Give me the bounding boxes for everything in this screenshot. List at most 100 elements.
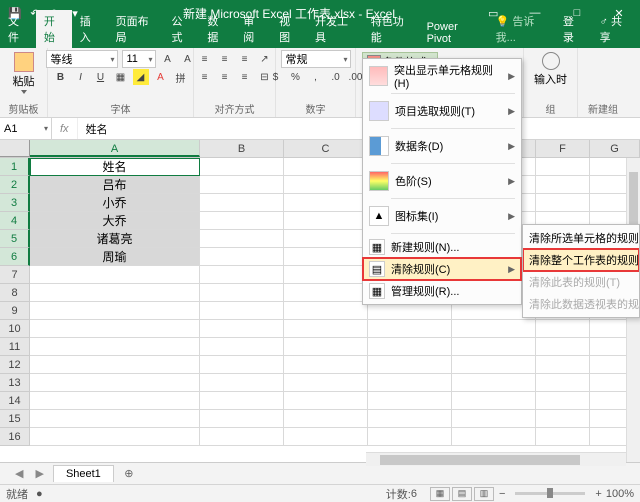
tab-file[interactable]: 文件 [0, 10, 36, 48]
tab-review[interactable]: 审阅 [235, 10, 271, 48]
cell-A1[interactable]: 姓名 [30, 158, 200, 176]
number-format-dropdown[interactable]: 常规 [281, 50, 351, 68]
cell-E10[interactable] [452, 320, 536, 338]
tab-home[interactable]: 开始 [36, 10, 72, 48]
cell-C12[interactable] [284, 356, 368, 374]
cell-C8[interactable] [284, 284, 368, 302]
cell-D14[interactable] [368, 392, 452, 410]
cell-E12[interactable] [452, 356, 536, 374]
sheet-nav-right[interactable]: ▶ [32, 467, 46, 480]
cell-B8[interactable] [200, 284, 284, 302]
row-header[interactable]: 2 [0, 176, 30, 194]
col-header-G[interactable]: G [590, 140, 640, 157]
add-sheet-button[interactable]: ⊕ [120, 465, 138, 483]
bold-button[interactable]: B [53, 69, 69, 85]
fill-color-button[interactable]: ◢ [133, 69, 149, 85]
name-box[interactable]: A1 [0, 118, 52, 139]
cell-B6[interactable] [200, 248, 284, 266]
cell-F15[interactable] [536, 410, 590, 428]
select-all-corner[interactable] [0, 140, 30, 157]
tab-pagelayout[interactable]: 页面布局 [108, 10, 164, 48]
view-normal-button[interactable]: ▦ [430, 487, 450, 501]
row-header[interactable]: 5 [0, 230, 30, 248]
row-header[interactable]: 3 [0, 194, 30, 212]
cell-A7[interactable] [30, 266, 200, 284]
cell-A14[interactable] [30, 392, 200, 410]
cell-F1[interactable] [536, 158, 590, 176]
record-macro-icon[interactable]: ● [36, 488, 43, 500]
cell-B14[interactable] [200, 392, 284, 410]
sheet-tab-1[interactable]: Sheet1 [53, 465, 114, 482]
row-header[interactable]: 1 [0, 158, 30, 176]
tab-powerpivot[interactable]: Power Pivot [419, 18, 488, 48]
cell-F13[interactable] [536, 374, 590, 392]
cell-B3[interactable] [200, 194, 284, 212]
cell-A5[interactable]: 诸葛亮 [30, 230, 200, 248]
row-header[interactable]: 12 [0, 356, 30, 374]
align-top-icon[interactable]: ≡ [197, 51, 213, 67]
row-header[interactable]: 16 [0, 428, 30, 446]
cell-C1[interactable] [284, 158, 368, 176]
orientation-icon[interactable]: ↗ [257, 51, 273, 67]
cell-E16[interactable] [452, 428, 536, 446]
row-header[interactable]: 9 [0, 302, 30, 320]
currency-icon[interactable]: $ [268, 69, 284, 85]
align-center-icon[interactable]: ≡ [217, 69, 233, 85]
col-header-C[interactable]: C [284, 140, 368, 157]
tab-formulas[interactable]: 公式 [163, 10, 199, 48]
view-pagelayout-button[interactable]: ▤ [452, 487, 472, 501]
cell-F11[interactable] [536, 338, 590, 356]
menu-new-rule[interactable]: ▦ 新建规则(N)... [363, 236, 521, 258]
cell-C13[interactable] [284, 374, 368, 392]
cell-B11[interactable] [200, 338, 284, 356]
cell-D13[interactable] [368, 374, 452, 392]
cell-B10[interactable] [200, 320, 284, 338]
view-pagebreak-button[interactable]: ▥ [474, 487, 494, 501]
cell-C2[interactable] [284, 176, 368, 194]
percent-icon[interactable]: % [288, 69, 304, 85]
col-header-B[interactable]: B [200, 140, 284, 157]
zoom-in-button[interactable]: + [595, 488, 601, 500]
cell-B2[interactable] [200, 176, 284, 194]
inc-decimal-icon[interactable]: .0 [328, 69, 344, 85]
cell-D16[interactable] [368, 428, 452, 446]
cell-B15[interactable] [200, 410, 284, 428]
cell-C16[interactable] [284, 428, 368, 446]
row-header[interactable]: 7 [0, 266, 30, 284]
comma-icon[interactable]: , [308, 69, 324, 85]
cell-A6[interactable]: 周瑜 [30, 248, 200, 266]
login-button[interactable]: 登录 [557, 10, 588, 48]
align-left-icon[interactable]: ≡ [197, 69, 213, 85]
italic-button[interactable]: I [73, 69, 89, 85]
cell-A12[interactable] [30, 356, 200, 374]
font-name-dropdown[interactable]: 等线 [46, 50, 118, 68]
row-header[interactable]: 13 [0, 374, 30, 392]
cell-A2[interactable]: 吕布 [30, 176, 200, 194]
cell-C6[interactable] [284, 248, 368, 266]
cell-D15[interactable] [368, 410, 452, 428]
cell-C14[interactable] [284, 392, 368, 410]
insert-time-button[interactable]: 输入时 [530, 50, 571, 89]
cell-E11[interactable] [452, 338, 536, 356]
cell-E15[interactable] [452, 410, 536, 428]
cell-E14[interactable] [452, 392, 536, 410]
cell-F12[interactable] [536, 356, 590, 374]
tab-view[interactable]: 视图 [271, 10, 307, 48]
tab-special[interactable]: 特色功能 [363, 10, 419, 48]
align-right-icon[interactable]: ≡ [237, 69, 253, 85]
col-header-F[interactable]: F [536, 140, 590, 157]
cell-B5[interactable] [200, 230, 284, 248]
share-button[interactable]: ♂ 共享 [594, 10, 634, 48]
fx-button[interactable]: fx [52, 118, 78, 139]
tab-developer[interactable]: 开发工具 [307, 10, 363, 48]
cell-C7[interactable] [284, 266, 368, 284]
zoom-slider[interactable] [515, 492, 585, 495]
row-header[interactable]: 4 [0, 212, 30, 230]
menu-clear-rules[interactable]: ▤ 清除规则(C) ▶ [363, 258, 521, 280]
cell-B4[interactable] [200, 212, 284, 230]
menu-color-scales[interactable]: 色阶(S) ▶ [363, 166, 521, 196]
cell-B9[interactable] [200, 302, 284, 320]
col-header-A[interactable]: A [30, 140, 200, 157]
cell-A9[interactable] [30, 302, 200, 320]
cell-F14[interactable] [536, 392, 590, 410]
